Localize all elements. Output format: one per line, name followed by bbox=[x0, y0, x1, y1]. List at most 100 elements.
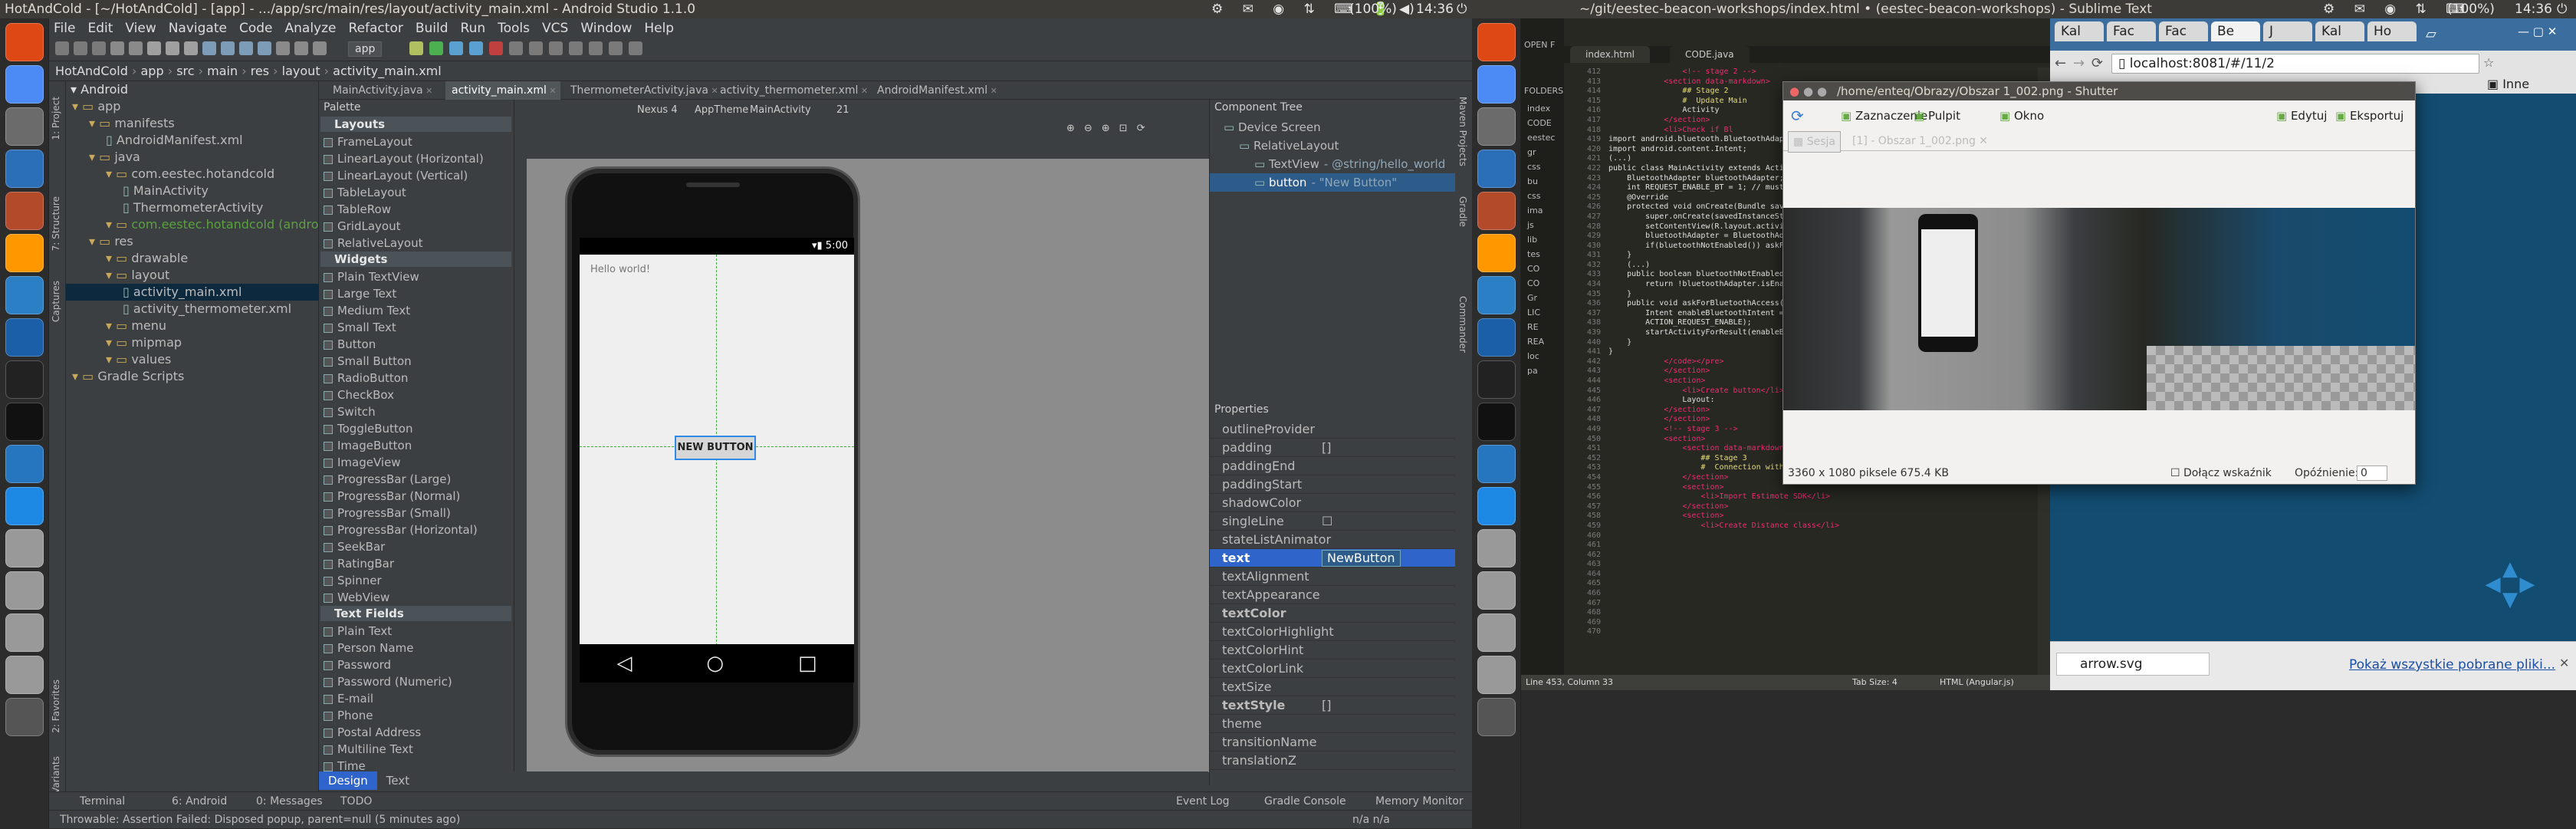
new-button-preview[interactable]: NEW BUTTON bbox=[675, 436, 756, 460]
menu-code[interactable]: Code bbox=[239, 21, 273, 36]
palette-item[interactable]: ProgressBar (Small) bbox=[324, 505, 451, 521]
palette-item[interactable]: TableLayout bbox=[324, 184, 406, 201]
breadcrumb-item[interactable]: layout bbox=[282, 64, 320, 78]
drive-icon[interactable] bbox=[1477, 614, 1516, 652]
palette-item[interactable]: ImageButton bbox=[324, 437, 412, 454]
blue-app-icon[interactable] bbox=[5, 487, 44, 525]
api-selector[interactable]: 21 bbox=[836, 104, 849, 116]
omnibox[interactable]: ▯ localhost:8081/#/11/2 bbox=[2111, 54, 2479, 74]
property-row[interactable]: text NewButton bbox=[1210, 549, 1463, 567]
palette-item[interactable]: RelativeLayout bbox=[324, 235, 422, 252]
sublime-icon[interactable] bbox=[1477, 234, 1516, 272]
property-row[interactable]: translationZ bbox=[1210, 752, 1463, 770]
tree-item[interactable]: ▾ ▭ drawable bbox=[66, 250, 319, 267]
tree-item[interactable]: ▾ ▭ com.eestec.hotandcold bbox=[66, 166, 319, 183]
home-icon[interactable]: ○ bbox=[706, 652, 724, 675]
run-config[interactable]: app bbox=[348, 41, 383, 57]
clock[interactable]: 14:36 bbox=[1416, 0, 1454, 18]
bottom-tool-right-2[interactable]: Memory Monitor bbox=[1375, 792, 1464, 811]
component-tree-item[interactable]: ▭ TextView - @string/hello_world bbox=[1210, 155, 1473, 173]
browser-tab[interactable]: Fac bbox=[2107, 21, 2156, 41]
trash-icon[interactable] bbox=[5, 698, 44, 736]
palette-item[interactable]: Small Text bbox=[324, 319, 396, 336]
back-button[interactable]: ← bbox=[2055, 55, 2066, 71]
toolbar-button-16[interactable] bbox=[429, 41, 443, 55]
tree-item[interactable]: ▯ activity_main.xml bbox=[66, 284, 319, 301]
writer-icon[interactable] bbox=[5, 150, 44, 188]
palette-item[interactable]: ProgressBar (Large) bbox=[324, 471, 451, 488]
device-selector[interactable]: Nexus 4 bbox=[637, 104, 678, 116]
tree-item[interactable]: ▾ ▭ res bbox=[66, 233, 319, 250]
palette-item[interactable]: SeekBar bbox=[324, 538, 385, 555]
close-tab-icon[interactable]: ✕ bbox=[987, 86, 997, 96]
toolbar-button-22[interactable] bbox=[549, 41, 563, 55]
clock-right[interactable]: 14:36 bbox=[2515, 0, 2552, 18]
tree-item[interactable]: ▾ ▭ values bbox=[66, 351, 319, 368]
breadcrumb-item[interactable]: main bbox=[207, 64, 238, 78]
palette-item[interactable]: GridLayout bbox=[324, 218, 400, 235]
property-row[interactable]: paddingStart bbox=[1210, 475, 1463, 494]
editor-tab[interactable]: activity_main.xml ✕ bbox=[445, 81, 560, 100]
property-row[interactable]: textAppearance bbox=[1210, 586, 1463, 604]
property-row[interactable]: shadowColor bbox=[1210, 494, 1463, 512]
sidebar-entry[interactable]: css bbox=[1521, 160, 1564, 174]
browser-icon[interactable] bbox=[5, 318, 44, 357]
recents-icon[interactable]: □ bbox=[798, 652, 817, 675]
export-tool[interactable]: ▣ Eksportuj bbox=[2335, 100, 2404, 131]
tree-item[interactable]: ▯ ThermometerActivity bbox=[66, 199, 319, 216]
preview-screenshot[interactable] bbox=[1783, 208, 2415, 410]
menu-refactor[interactable]: Refactor bbox=[349, 21, 403, 36]
toolbar-button-10[interactable] bbox=[239, 41, 253, 55]
sidebar-entry[interactable]: ima bbox=[1521, 203, 1564, 218]
bottom-tool-3[interactable]: TODO bbox=[340, 792, 372, 811]
image-tab[interactable]: [1] - Obszar 1_002.png ✕ bbox=[1852, 131, 1988, 151]
volume-icon[interactable]: ◀) bbox=[1399, 0, 1414, 18]
toolbar-button-11[interactable] bbox=[258, 41, 271, 55]
syntax-mode[interactable]: HTML (Angular.js) bbox=[1940, 675, 2014, 690]
close-tab-icon[interactable]: ✕ bbox=[423, 86, 432, 96]
property-row[interactable]: textColorLink bbox=[1210, 660, 1463, 678]
settings-icon[interactable] bbox=[5, 192, 44, 230]
include-pointer-checkbox[interactable]: ☐ Dołącz wskaźnik bbox=[2170, 462, 2272, 485]
bottom-tool-1[interactable]: 6: Android bbox=[172, 792, 227, 811]
toolbar-button-12[interactable] bbox=[276, 41, 290, 55]
delay-spinner[interactable]: 0 bbox=[2357, 465, 2387, 481]
palette-item[interactable]: Small Button bbox=[324, 353, 412, 370]
sidebar-entry[interactable]: RE bbox=[1521, 320, 1564, 334]
hello-textview[interactable]: Hello world! bbox=[590, 264, 650, 275]
editor-tab[interactable]: ThermometerActivity.java ✕ bbox=[564, 81, 718, 100]
browser-tab[interactable]: Kal bbox=[2055, 21, 2104, 41]
window-controls[interactable]: — ▢ ✕ bbox=[2518, 25, 2557, 38]
terminal-icon[interactable] bbox=[5, 360, 44, 399]
breadcrumb-item[interactable]: res bbox=[251, 64, 269, 78]
browser-tab[interactable]: J bbox=[2263, 21, 2312, 41]
property-row[interactable]: textStyle [] bbox=[1210, 696, 1463, 715]
palette-item[interactable]: RatingBar bbox=[324, 555, 394, 572]
project-view-selector[interactable]: ▾ Android bbox=[71, 81, 128, 98]
palette-item[interactable]: Large Text bbox=[324, 285, 396, 302]
refresh-icon[interactable]: ⟳ bbox=[1791, 100, 1804, 131]
toolbar-button-2[interactable] bbox=[92, 41, 106, 55]
reload-button[interactable]: ⟳ bbox=[2091, 55, 2103, 71]
toolbar-button-4[interactable] bbox=[129, 41, 143, 55]
sublime-icon[interactable] bbox=[5, 234, 44, 272]
tree-item[interactable]: ▾ ▭ java bbox=[66, 149, 319, 166]
palette-item[interactable]: E-mail bbox=[324, 690, 373, 707]
palette-item[interactable]: Switch bbox=[324, 403, 376, 420]
chromium-icon[interactable] bbox=[5, 65, 44, 104]
bookmark-star-icon[interactable]: ☆ bbox=[2483, 55, 2494, 70]
side-tool-2[interactable]: Captures bbox=[51, 281, 61, 322]
toolbar-button-13[interactable] bbox=[294, 41, 308, 55]
palette-item[interactable]: Phone bbox=[324, 707, 373, 724]
menu-help[interactable]: Help bbox=[644, 21, 674, 36]
thunderbird-icon[interactable] bbox=[5, 276, 44, 314]
palette-item[interactable]: Button bbox=[324, 336, 376, 353]
sidebar-entry[interactable]: index bbox=[1521, 101, 1564, 116]
close-tab-icon[interactable]: ✕ bbox=[858, 86, 868, 96]
browser-icon[interactable] bbox=[1477, 318, 1516, 357]
drive-icon[interactable] bbox=[1477, 571, 1516, 610]
property-value[interactable]: NewButton bbox=[1322, 550, 1401, 567]
status-message[interactable]: Throwable: Assertion Failed: Disposed po… bbox=[60, 811, 460, 829]
close-tab-icon[interactable]: ✕ bbox=[1979, 135, 1988, 147]
palette-item[interactable]: ImageView bbox=[324, 454, 401, 471]
